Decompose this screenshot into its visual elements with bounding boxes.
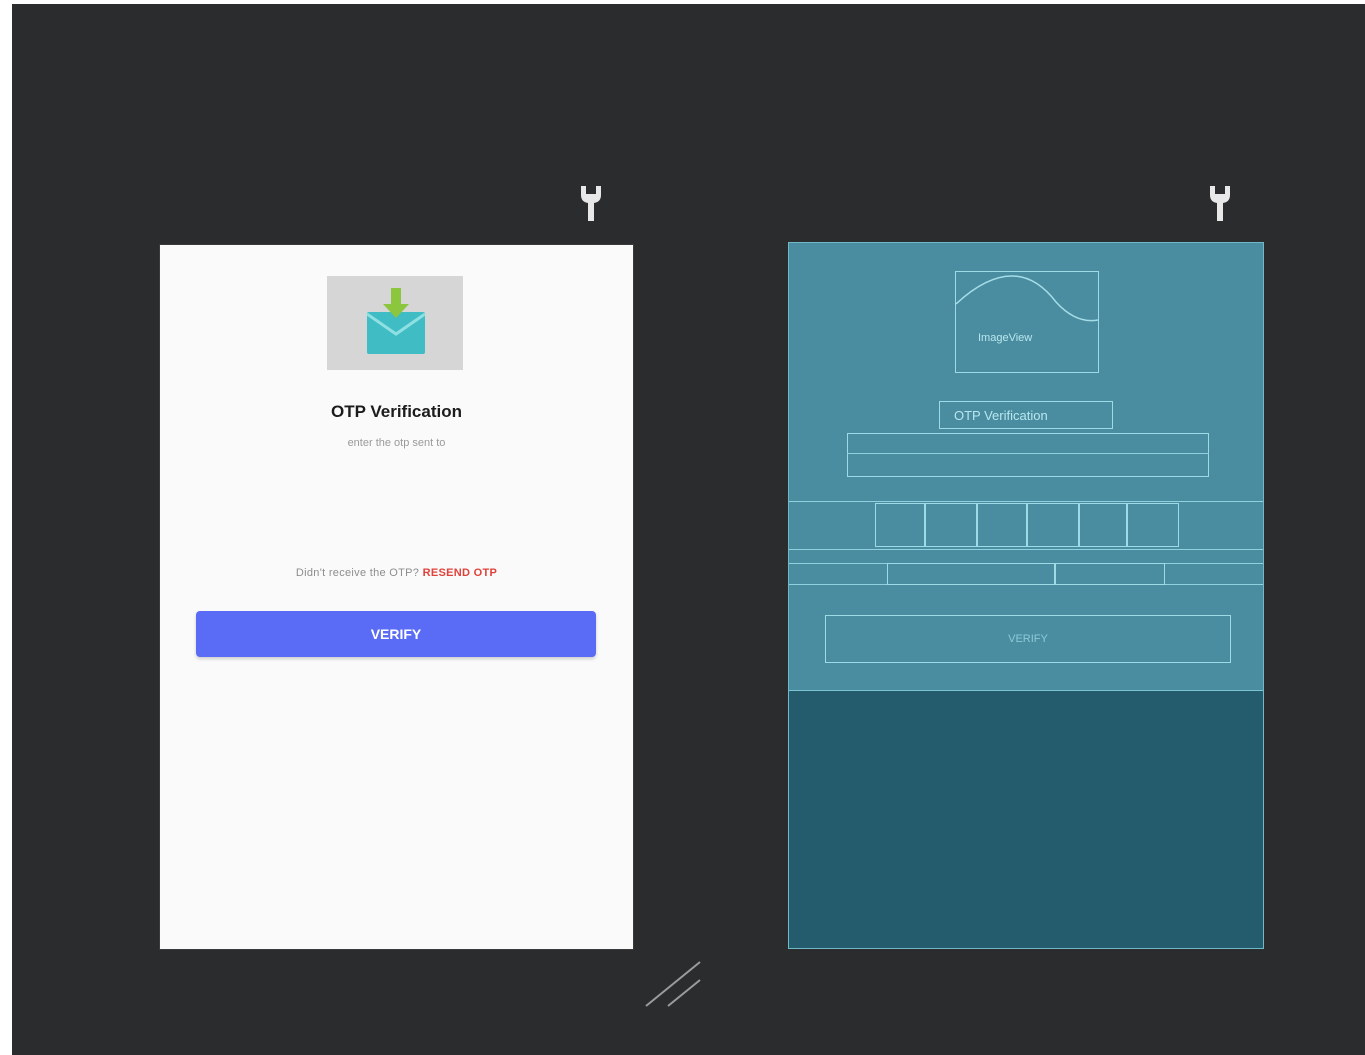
- page-subtitle: enter the otp sent to: [347, 437, 446, 449]
- blueprint-verify-button[interactable]: VERIFY: [825, 615, 1231, 663]
- wrench-icon[interactable]: [578, 183, 604, 225]
- otp-digit-6[interactable]: [1127, 503, 1179, 547]
- otp-digit-2[interactable]: [925, 503, 977, 547]
- wrench-icon[interactable]: [1207, 183, 1233, 225]
- verify-button[interactable]: VERIFY: [196, 611, 596, 657]
- blueprint-image-view[interactable]: ImageView: [955, 271, 1099, 373]
- blueprint-content-area: ImageView OTP Verification VERIFY: [789, 243, 1263, 691]
- resend-otp-link[interactable]: RESEND OTP: [423, 567, 498, 579]
- design-preview[interactable]: OTP Verification enter the otp sent to D…: [160, 245, 633, 949]
- page-title: OTP Verification: [330, 402, 462, 421]
- resend-prefix: Didn't receive the OTP?: [295, 567, 420, 579]
- resend-row: Didn't receive the OTP? RESEND OTP: [160, 567, 633, 579]
- otp-digit-1[interactable]: [875, 503, 925, 547]
- blueprint-subtitle[interactable]: [847, 433, 1209, 477]
- resize-handle-icon[interactable]: [642, 958, 704, 1015]
- blueprint-resend-link[interactable]: [1055, 563, 1165, 585]
- otp-digit-4[interactable]: [1027, 503, 1079, 547]
- image-view-label: ImageView: [978, 332, 1033, 344]
- blueprint-preview[interactable]: ImageView OTP Verification VERIFY: [788, 242, 1264, 949]
- mail-download-icon: [327, 276, 463, 370]
- otp-digit-3[interactable]: [977, 503, 1027, 547]
- blueprint-resend-text[interactable]: [887, 563, 1055, 585]
- otp-digit-5[interactable]: [1079, 503, 1127, 547]
- blueprint-title[interactable]: OTP Verification: [939, 401, 1113, 429]
